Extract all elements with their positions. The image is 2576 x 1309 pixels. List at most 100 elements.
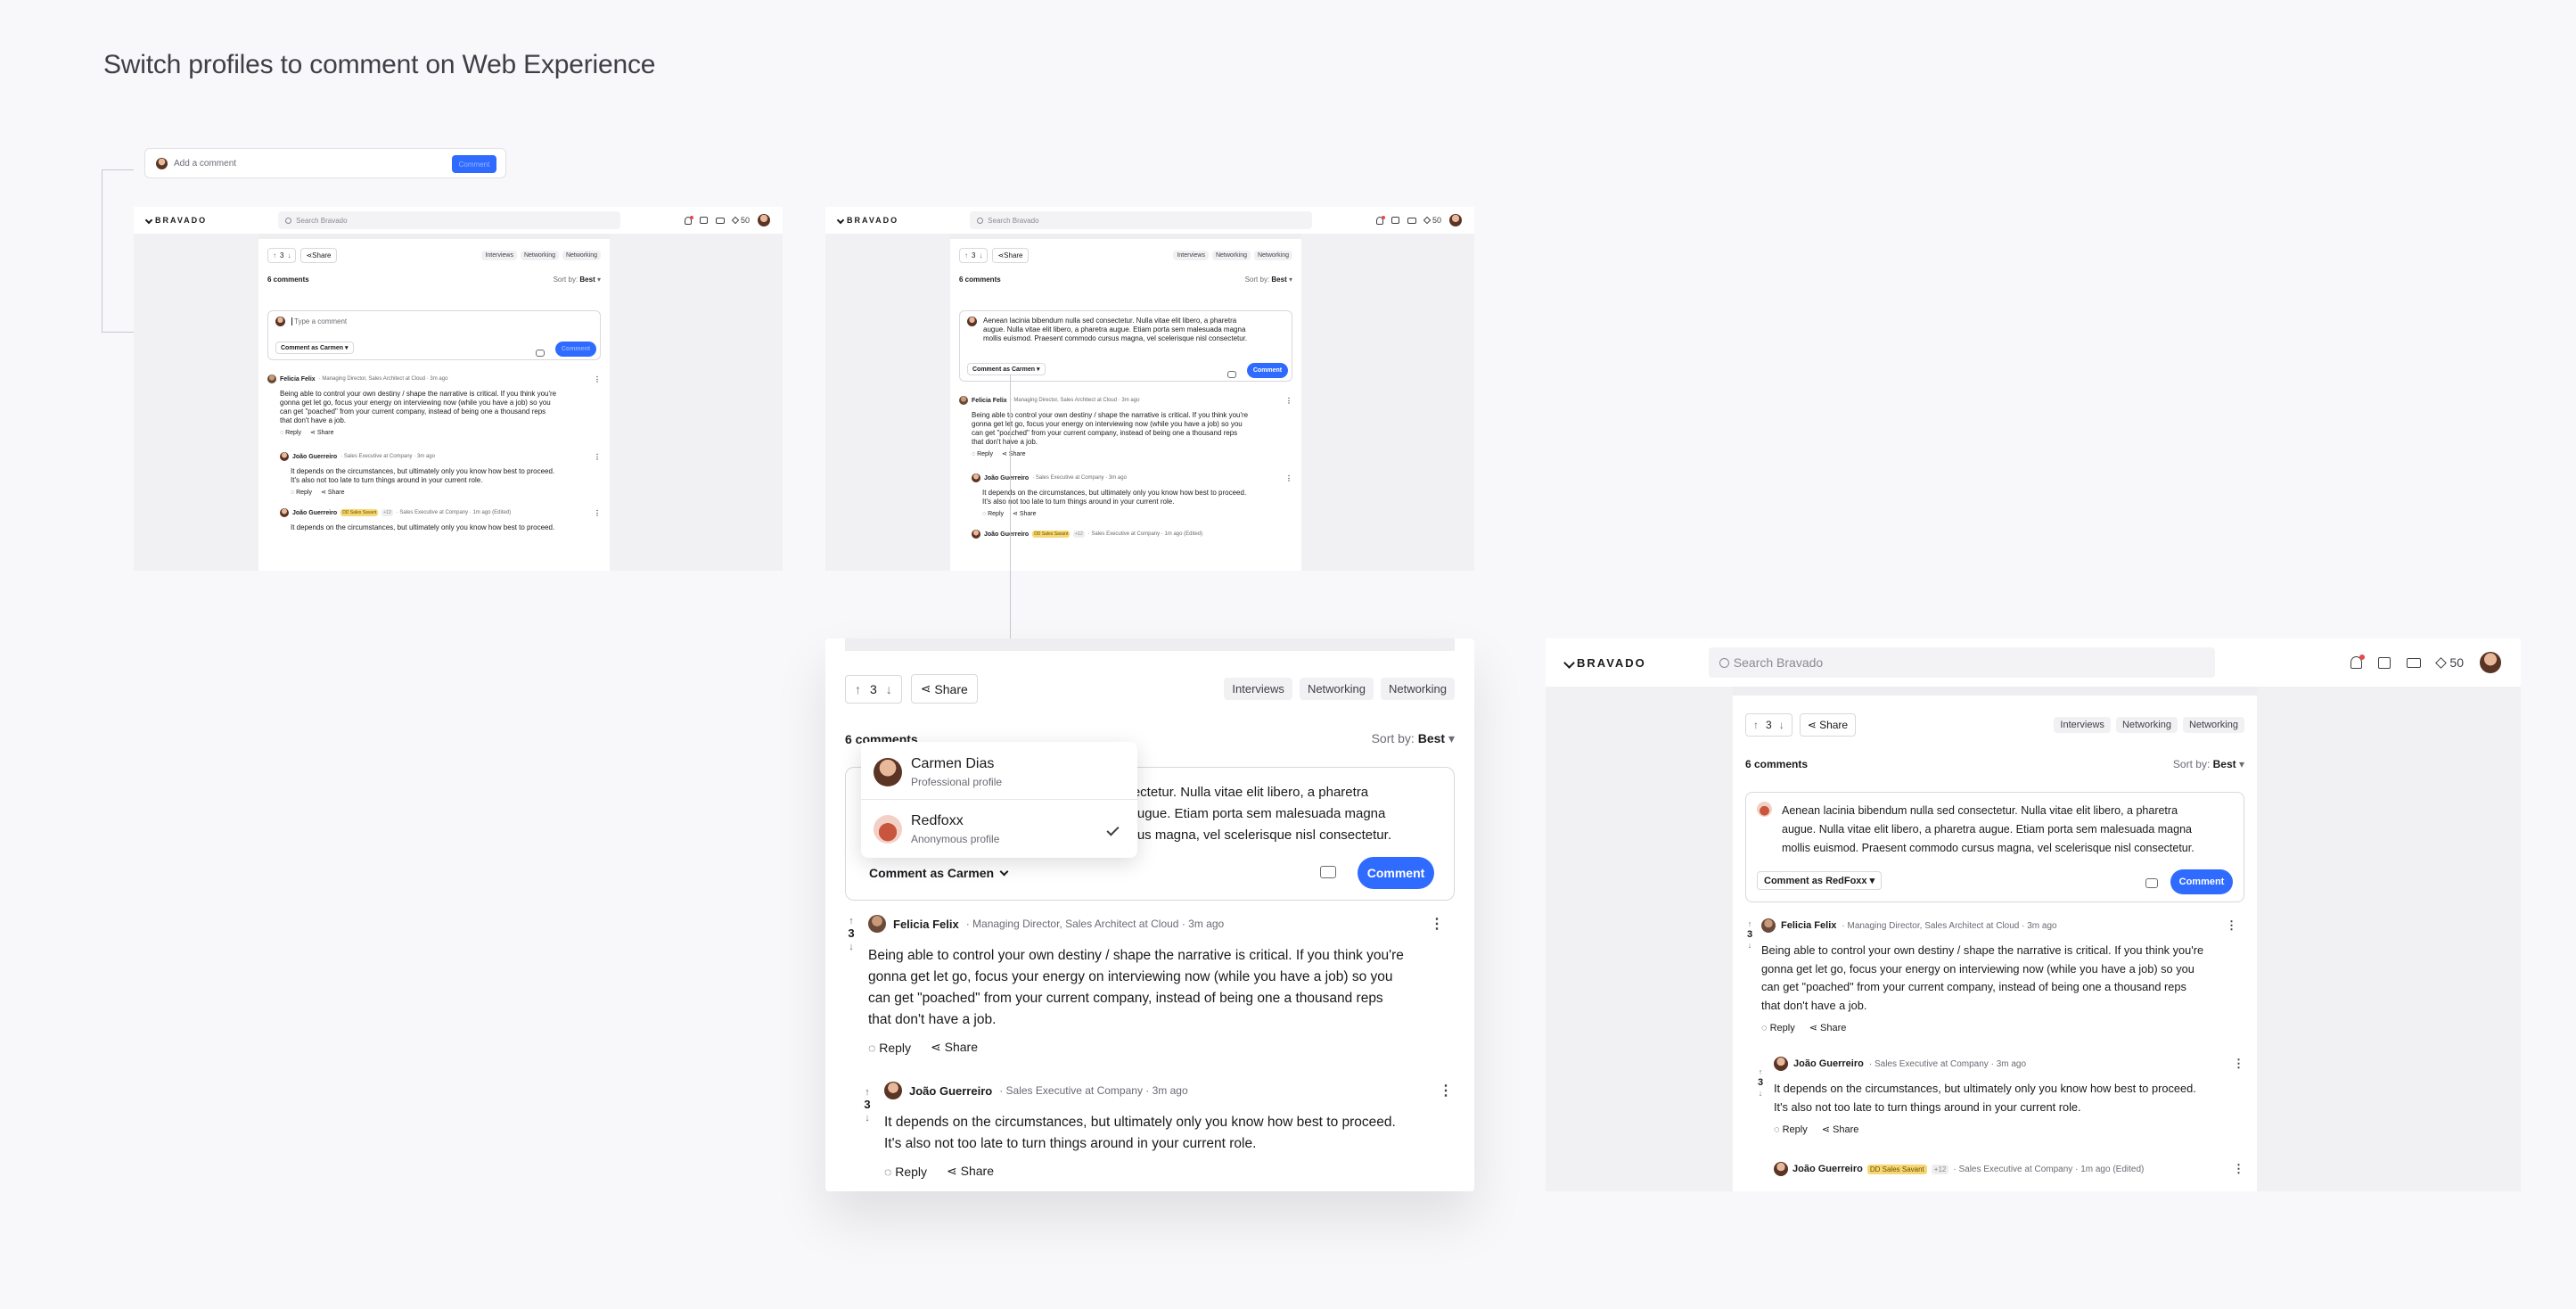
vote-control[interactable]: ↑ 3 ↓ [959,248,989,263]
mail-icon[interactable] [715,217,725,224]
tag-networking[interactable]: Networking [2182,717,2244,733]
downvote-icon[interactable]: ↓ [1779,719,1784,731]
points-counter[interactable]: 50 [1423,216,1441,225]
comment-input[interactable]: Aenean lacinia bibendum nulla sed consec… [1782,802,2195,858]
more-options-icon[interactable]: ⋮ [594,509,601,517]
mini-comment-input[interactable]: Add a comment [174,159,236,169]
notifications-icon[interactable] [1375,215,1385,225]
image-upload-icon[interactable] [1227,371,1236,378]
upvote-icon[interactable]: ↑ [273,251,276,259]
more-options-icon[interactable]: ⋮ [2233,1057,2244,1071]
sort-dropdown[interactable]: Best [1271,276,1286,284]
search-input[interactable]: Search Bravado [278,211,621,229]
reply-button[interactable]: ◌ Reply [972,451,993,457]
image-upload-icon[interactable] [1320,866,1336,878]
share-button[interactable]: ⋖ Share [910,674,978,704]
share-button[interactable]: ⋖ Share [1002,450,1026,457]
share-button[interactable]: ⋖ Share [1809,1022,1847,1033]
more-options-icon[interactable]: ⋮ [2226,918,2237,933]
downvote-icon[interactable]: ↓ [287,251,291,259]
tag-interviews[interactable]: Interviews [1173,251,1209,260]
reply-button[interactable]: ◌ Reply [982,511,1004,517]
comment-author[interactable]: João Guerreiro [984,475,1029,482]
vote-control[interactable]: ↑ 3 ↓ [845,674,902,704]
share-button[interactable]: ⋖ Share [1822,1124,1859,1135]
image-upload-icon[interactable] [2145,878,2158,888]
comment-author[interactable]: João Guerreiro [984,531,1029,538]
share-button[interactable]: ⋖ Share [931,1040,978,1055]
comment-as-dropdown[interactable]: Comment as Carmen ▾ [275,342,354,354]
comment-author[interactable]: Felicia Felix [893,918,959,931]
reply-button[interactable]: ◌ Reply [291,490,312,496]
tag-interviews[interactable]: Interviews [2054,717,2111,733]
more-options-icon[interactable]: ⋮ [2233,1162,2244,1176]
share-button[interactable]: ⋖ Share [1799,713,1857,737]
share-button[interactable]: ⋖ Share [947,1164,994,1179]
share-button[interactable]: ⋖ Share [1013,510,1037,517]
upvote-icon[interactable]: ↑ [855,682,861,696]
tag-networking[interactable]: Networking [1253,251,1292,260]
tag-networking[interactable]: Networking [520,251,559,260]
vote-control[interactable]: ↑ 3 ↓ [1745,713,1793,737]
more-options-icon[interactable]: ⋮ [1285,397,1292,405]
feed-icon[interactable] [699,217,708,224]
bravado-logo[interactable]: BRAVADO [1563,656,1646,670]
tag-networking[interactable]: Networking [562,251,601,260]
mini-comment-button[interactable]: Comment [452,155,496,173]
comment-as-dropdown[interactable]: Comment as RedFoxx ▾ [1757,871,1883,890]
avatar[interactable] [1449,214,1462,226]
more-options-icon[interactable]: ⋮ [594,453,601,461]
comment-input[interactable]: nsectetur. Nulla vitae elit libero, a ph… [1119,782,1391,846]
downvote-icon[interactable]: ↓ [979,251,982,259]
upvote-icon[interactable]: ↑ [1753,719,1759,731]
feed-icon[interactable] [2378,656,2391,669]
share-button[interactable]: ⋖ Share [992,248,1029,263]
bravado-logo[interactable]: BRAVADO [836,216,898,225]
comment-author[interactable]: João Guerreiro [292,454,337,460]
comment-author[interactable]: Felicia Felix [1781,920,1836,931]
image-upload-icon[interactable] [536,350,545,357]
sort-dropdown[interactable]: Best [2213,758,2236,770]
comment-as-dropdown[interactable]: Comment as Carmen ▾ [967,363,1046,375]
bravado-logo[interactable]: BRAVADO [144,216,207,225]
comment-input[interactable]: Aenean lacinia bibendum nulla sed consec… [983,317,1247,343]
more-options-icon[interactable]: ⋮ [1285,474,1292,482]
search-input[interactable]: Search Bravado [1708,647,2215,678]
profile-option-carmen[interactable]: Carmen Dias Professional profile [874,756,1002,788]
share-button[interactable]: ⋖ Share [300,248,337,263]
sort-dropdown[interactable]: Best [579,276,595,284]
notifications-icon[interactable] [2350,654,2366,669]
points-counter[interactable]: 50 [2435,655,2464,670]
comment-button[interactable]: Comment [555,342,596,357]
points-counter[interactable]: 50 [731,216,750,225]
reply-button[interactable]: ◌ Reply [1774,1124,1808,1135]
upvote-icon[interactable]: ↑ [964,251,968,259]
search-input[interactable]: Search Bravado [970,211,1313,229]
notifications-icon[interactable] [684,215,693,225]
reply-button[interactable]: ◌ Reply [868,1041,911,1055]
avatar[interactable] [758,214,770,226]
share-button[interactable]: ⋖ Share [321,489,345,496]
tag-networking[interactable]: Networking [1380,678,1455,700]
downvote-icon[interactable]: ↓ [886,682,892,696]
sort-dropdown[interactable]: Best [1418,731,1445,745]
comment-button[interactable]: Comment [2170,869,2233,894]
tag-networking[interactable]: Networking [1299,678,1374,700]
avatar[interactable] [2480,652,2501,673]
more-options-icon[interactable]: ⋮ [1430,915,1444,933]
comment-author[interactable]: João Guerreiro [909,1084,992,1098]
tag-networking[interactable]: Networking [2115,717,2178,733]
reply-button[interactable]: ◌ Reply [1761,1023,1795,1033]
profile-option-redfoxx[interactable]: Redfoxx Anonymous profile [874,813,1125,845]
share-button[interactable]: ⋖ Share [310,429,334,436]
comment-author[interactable]: João Guerreiro [1793,1164,1863,1174]
comment-author[interactable]: João Guerreiro [292,510,337,516]
tag-networking[interactable]: Networking [1211,251,1251,260]
tag-interviews[interactable]: Interviews [1224,678,1292,700]
comment-input[interactable]: Type a comment [291,317,347,325]
mail-icon[interactable] [2407,657,2422,668]
comment-author[interactable]: João Guerreiro [1793,1058,1864,1069]
comment-as-dropdown[interactable]: Comment as Carmen [869,866,1009,880]
feed-icon[interactable] [1391,217,1399,224]
comment-author[interactable]: Felicia Felix [972,398,1007,404]
